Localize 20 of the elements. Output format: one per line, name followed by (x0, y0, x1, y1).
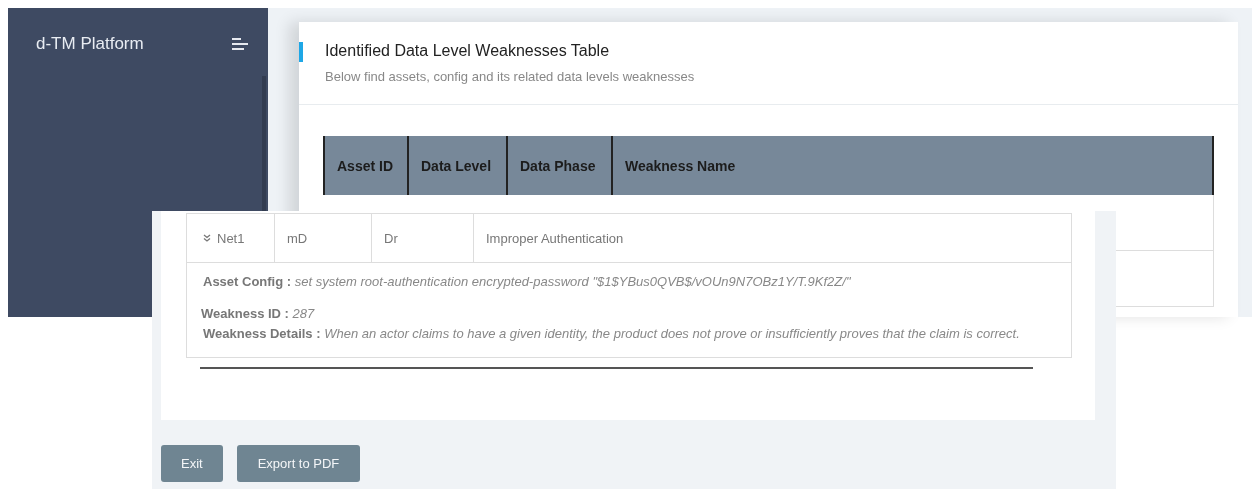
table-title: Identified Data Level Weaknesses Table (325, 42, 611, 60)
menu-icon[interactable] (232, 38, 248, 50)
column-header: Weakness Name (624, 156, 737, 176)
detail-text: Weakness ID : 287 (201, 305, 316, 323)
detail-text: Asset Config : set system root-authentication encrypted-password "$1$YBus0QVB$/vOUn9N7OBz1Y/T.9Kf2Z/" (202, 273, 852, 291)
platform-title: d-TM Platform (36, 34, 144, 54)
column-header: Data Phase (508, 136, 613, 195)
asset-id: Net1 (217, 230, 245, 246)
export-button[interactable]: Export to PDF (236, 445, 361, 482)
detail-text: Weakness Details : When an actor claims to have a given identity, the product does not prove or insufficiently proves that the claim is correct. (202, 325, 1021, 343)
double-chevron-icon[interactable] (203, 234, 211, 242)
column-header: Data Level (409, 136, 508, 195)
table-cell-text: Improper Authentication (485, 229, 625, 248)
table-subtitle: Below find assets, config and its related data levels weaknesses (325, 69, 695, 84)
exit-button[interactable]: Exit (161, 445, 223, 482)
accent-bar (299, 42, 303, 62)
table-cell: mD (275, 214, 372, 262)
table-cell: Dr (372, 214, 474, 262)
table-cell[interactable]: Net1 (187, 214, 275, 262)
column-header: Asset ID (325, 136, 409, 195)
